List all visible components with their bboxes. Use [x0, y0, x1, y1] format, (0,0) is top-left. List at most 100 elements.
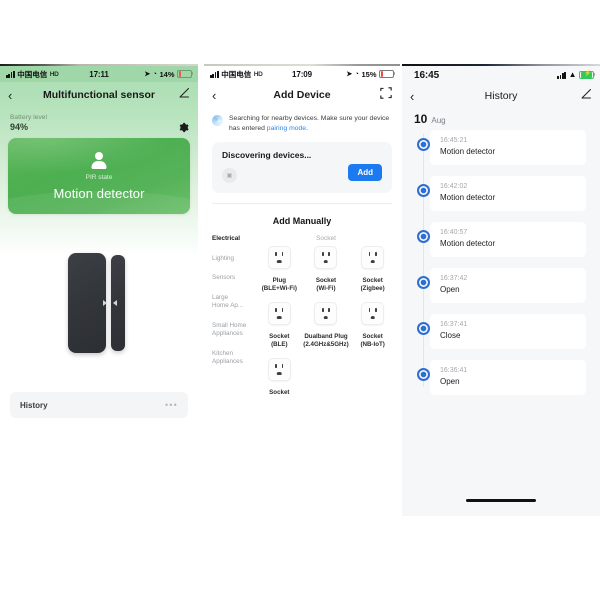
event-time: 16:36:41 [440, 367, 468, 374]
status-time: 17:09 [292, 69, 312, 79]
product-item-empty [349, 358, 396, 397]
back-icon[interactable]: ‹ [410, 90, 414, 103]
category-list: Electrical Lighting Sensors Large Home A… [204, 235, 256, 406]
discovering-card: Discovering devices... ▣ Add [212, 141, 392, 193]
history-row-label: History [20, 400, 48, 410]
product-item[interactable]: Plug (BLE+Wi-Fi) [256, 245, 303, 293]
home-indicator [466, 499, 536, 502]
history-card[interactable]: 16:42:02 Motion detector [430, 176, 586, 211]
event-time: 16:37:41 [440, 321, 468, 328]
status-bar-right-group: ▲ ⚡ [557, 70, 596, 80]
product-group-label: Socket [316, 234, 336, 242]
event-name: Motion detector [440, 239, 496, 248]
history-card[interactable]: 16:45:21 Motion detector [430, 130, 586, 165]
history-card[interactable]: 16:37:41 Close [430, 314, 586, 349]
searching-text-after: . [306, 124, 308, 132]
nav-bar-add-device: ‹ Add Device [204, 82, 400, 108]
manual-add-grid: Electrical Lighting Sensors Large Home A… [204, 235, 400, 406]
date-month: Aug [431, 116, 446, 125]
product-item[interactable]: Dualband Plug (2.4GHz&5GHz) [303, 301, 350, 349]
socket-icon [267, 245, 291, 269]
socket-icon [361, 245, 385, 269]
product-item[interactable]: Socket (Zigbee) [349, 245, 396, 293]
cellular-bars-icon [557, 71, 567, 79]
loading-spinner-icon [212, 115, 223, 126]
date-day: 10 [414, 112, 428, 126]
status-time: 17:11 [89, 69, 109, 79]
pencil-icon[interactable] [178, 86, 190, 104]
product-item[interactable]: Socket [256, 357, 303, 397]
device-illustration [0, 222, 198, 382]
history-item[interactable]: 16:42:02 Motion detector [417, 176, 600, 211]
pir-state-caption: PIR state [85, 173, 113, 181]
product-name: Socket [269, 388, 290, 396]
add-button[interactable]: Add [348, 163, 382, 181]
back-icon[interactable]: ‹ [212, 89, 216, 102]
product-item-empty [303, 358, 350, 397]
device-header-area: 中国电信 HD 17:11 ➤ ◔ 14% ‹ Multifunctional … [0, 66, 198, 222]
device-thumb-icon: ▣ [222, 167, 237, 183]
history-item[interactable]: 16:40:57 Motion detector [417, 222, 600, 257]
history-card[interactable]: 16:37:42 Open [430, 268, 586, 303]
history-item[interactable]: 16:37:42 Open [417, 268, 600, 303]
battery-icon [177, 69, 194, 79]
pencil-icon[interactable] [580, 87, 592, 105]
product-name: Socket [362, 276, 383, 284]
timeline-dot-icon [417, 184, 430, 197]
product-row: Socket [256, 357, 396, 406]
screenshot-stage: 中国电信 HD 17:11 ➤ ◔ 14% ‹ Multifunctional … [0, 0, 600, 600]
wifi-icon: ▲ [568, 70, 577, 79]
product-list: Socket Plug (BLE+Wi-Fi) Socket (Wi-Fi) S… [256, 235, 400, 406]
add-manually-title: Add Manually [272, 215, 332, 226]
product-item[interactable]: Socket (Wi-Fi) [303, 245, 350, 293]
product-name: Dualband Plug [304, 332, 348, 340]
product-item[interactable]: Socket (NB-IoT) [349, 301, 396, 349]
searching-notice: Searching for nearby devices. Make sure … [204, 108, 400, 142]
history-item[interactable]: 16:37:41 Close [417, 314, 600, 349]
product-row: Socket (BLE) Dualband Plug (2.4GHz&5GHz)… [256, 301, 396, 358]
status-bar-right: 16:45 ▲ ⚡ [402, 66, 600, 84]
pir-state-card[interactable]: PIR state Motion detector [8, 138, 190, 214]
category-large-home-appliances[interactable]: Large Home Ap... [212, 294, 256, 310]
nav-bar-device: ‹ Multifunctional sensor [0, 82, 198, 108]
category-lighting[interactable]: Lighting [212, 255, 256, 263]
event-time: 16:45:21 [440, 137, 468, 144]
ellipsis-icon[interactable]: ••• [165, 400, 178, 410]
category-sensors[interactable]: Sensors [212, 274, 256, 282]
searching-text: Searching for nearby devices. Make sure … [229, 114, 390, 134]
product-item[interactable]: Socket (BLE) [256, 301, 303, 349]
back-icon[interactable]: ‹ [8, 89, 12, 102]
history-timeline: 16:45:21 Motion detector 16:42:02 Motion… [402, 130, 600, 395]
history-card[interactable]: 16:36:41 Open [430, 360, 586, 395]
history-row[interactable]: History ••• [10, 392, 188, 418]
page-title: Multifunctional sensor [42, 89, 155, 101]
history-item[interactable]: 16:45:21 Motion detector [417, 130, 600, 165]
category-small-home-appliances[interactable]: Small Home Appliances [212, 322, 256, 338]
socket-icon [361, 301, 385, 325]
nav-bar-history: ‹ History [402, 84, 600, 108]
event-time: 16:40:57 [440, 229, 468, 236]
category-electrical[interactable]: Electrical [212, 235, 256, 243]
gear-icon[interactable] [178, 120, 189, 138]
scan-qr-icon[interactable] [380, 86, 392, 104]
product-row: Plug (BLE+Wi-Fi) Socket (Wi-Fi) Socket (… [256, 245, 396, 302]
marker-right-icon [113, 300, 117, 306]
battery-level-row: Battery level 94% [0, 108, 198, 134]
history-panel: 16:45 ▲ ⚡ ‹ History 10 Aug 16:45:21 Moti… [402, 66, 600, 516]
pairing-mode-link[interactable]: pairing mode [267, 125, 306, 132]
discovering-title: Discovering devices... [222, 149, 312, 160]
event-name: Motion detector [440, 147, 496, 156]
event-name: Open [440, 377, 460, 386]
battery-icon [379, 69, 396, 79]
history-item[interactable]: 16:36:41 Open [417, 360, 600, 395]
page-title: Add Device [273, 89, 331, 101]
category-kitchen-appliances[interactable]: Kitchen Appliances [212, 350, 256, 366]
page-title: History [484, 90, 518, 102]
product-sub: (BLE) [271, 340, 288, 348]
battery-level-label: Battery level [10, 114, 48, 121]
timeline-dot-icon [417, 322, 430, 335]
event-time: 16:37:42 [440, 275, 468, 282]
history-card[interactable]: 16:40:57 Motion detector [430, 222, 586, 257]
event-name: Close [440, 331, 461, 340]
marker-left-icon [103, 300, 107, 306]
